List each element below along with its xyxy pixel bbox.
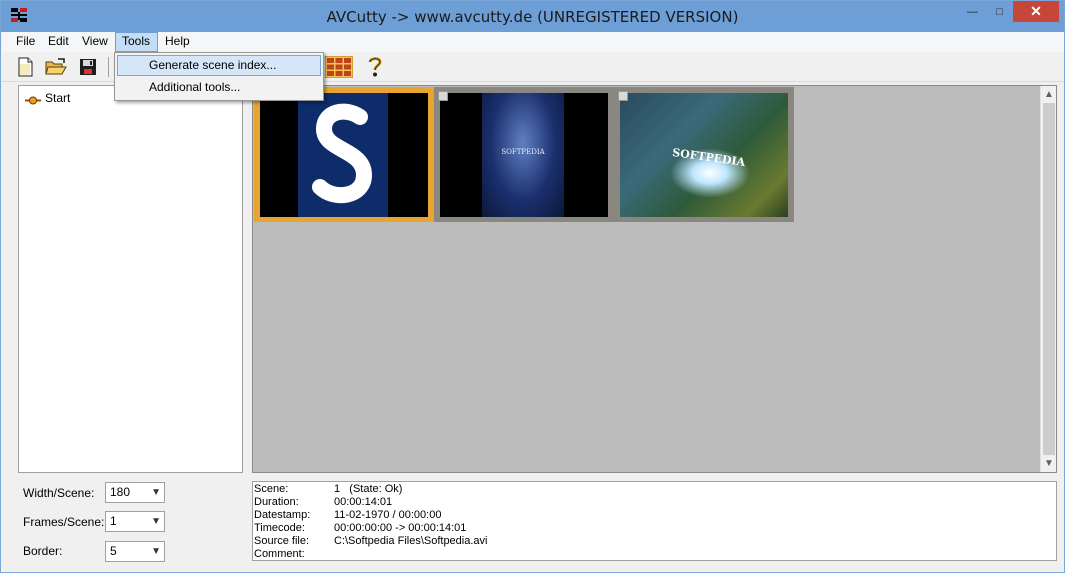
menu-help[interactable]: Help bbox=[159, 32, 196, 52]
scroll-down-arrow-icon[interactable]: ▼ bbox=[1041, 455, 1056, 472]
menu-file[interactable]: File bbox=[10, 32, 41, 52]
menu-view[interactable]: View bbox=[76, 32, 114, 52]
maximize-button[interactable]: □ bbox=[986, 1, 1013, 22]
scene-checkbox[interactable] bbox=[618, 91, 628, 101]
close-button[interactable]: ✕ bbox=[1013, 1, 1059, 22]
border-value: 5 bbox=[110, 544, 117, 558]
scene-thumbnail[interactable] bbox=[254, 87, 434, 222]
scene-thumbnail[interactable]: SOFTPEDIA bbox=[614, 87, 794, 222]
title-bar[interactable]: AVCutty -> www.avcutty.de (UNREGISTERED … bbox=[1, 1, 1064, 32]
scrollbar-thumb[interactable] bbox=[1043, 103, 1055, 455]
width-scene-select[interactable]: 180 ▼ bbox=[105, 482, 165, 503]
help-question-icon[interactable] bbox=[364, 56, 386, 78]
scene-grid-icon[interactable] bbox=[325, 56, 353, 78]
info-key: Source file: bbox=[254, 535, 310, 547]
scene-info-panel: Scene: 1 (State: Ok) Duration: 00:00:14:… bbox=[252, 481, 1057, 561]
info-key: Comment: bbox=[254, 548, 305, 560]
chevron-down-icon: ▼ bbox=[151, 516, 161, 527]
info-value: 1 (State: Ok) bbox=[334, 483, 403, 495]
menu-tools[interactable]: Tools bbox=[115, 32, 158, 52]
info-value: 00:00:14:01 bbox=[334, 496, 393, 508]
scroll-up-arrow-icon[interactable]: ▲ bbox=[1041, 86, 1056, 103]
menu-edit[interactable]: Edit bbox=[42, 32, 75, 52]
info-key: Scene: bbox=[254, 483, 289, 495]
chevron-down-icon: ▼ bbox=[151, 546, 161, 557]
minimize-button[interactable]: — bbox=[959, 1, 986, 22]
app-window: AVCutty -> www.avcutty.de (UNREGISTERED … bbox=[0, 0, 1065, 573]
scene-thumbnail-image bbox=[260, 93, 428, 217]
menu-bar: File Edit View Tools Help bbox=[2, 32, 1064, 52]
scene-tree[interactable]: Start bbox=[18, 85, 243, 473]
thumbnail-caption: SOFTPEDIA bbox=[501, 148, 545, 156]
tree-node-label: Start bbox=[45, 91, 71, 105]
frames-scene-label: Frames/Scene: bbox=[23, 515, 105, 529]
chevron-down-icon: ▼ bbox=[151, 487, 161, 498]
info-key: Timecode: bbox=[254, 522, 305, 534]
menu-item-generate-scene-index[interactable]: Generate scene index... bbox=[117, 55, 321, 76]
frames-scene-value: 1 bbox=[110, 514, 117, 528]
new-file-icon[interactable] bbox=[14, 56, 36, 78]
info-key: Duration: bbox=[254, 496, 299, 508]
menu-item-additional-tools[interactable]: Additional tools... bbox=[117, 77, 321, 98]
border-label: Border: bbox=[23, 544, 63, 558]
width-scene-label: Width/Scene: bbox=[23, 486, 95, 500]
window-title: AVCutty -> www.avcutty.de (UNREGISTERED … bbox=[326, 8, 739, 26]
info-key: Datestamp: bbox=[254, 509, 311, 521]
info-value: 00:00:00:00 -> 00:00:14:01 bbox=[334, 522, 467, 534]
border-select[interactable]: 5 ▼ bbox=[105, 541, 165, 562]
info-value: C:\Softpedia Files\Softpedia.avi bbox=[334, 535, 488, 547]
scene-thumbnails-panel: SOFTPEDIA SOFTPEDIA ▲ ▼ bbox=[252, 85, 1057, 473]
scene-thumbnail-image: SOFTPEDIA bbox=[620, 93, 788, 217]
info-value: 11-02-1970 / 00:00:00 bbox=[334, 509, 442, 521]
save-disk-icon[interactable] bbox=[77, 56, 99, 78]
tree-node-start[interactable]: Start bbox=[25, 91, 70, 105]
width-scene-value: 180 bbox=[110, 485, 131, 499]
thumbnails-scrollbar[interactable]: ▲ ▼ bbox=[1040, 86, 1056, 472]
scene-thumbnail[interactable]: SOFTPEDIA bbox=[434, 87, 614, 222]
scene-checkbox[interactable] bbox=[438, 91, 448, 101]
toolbar-separator bbox=[108, 57, 109, 77]
frames-scene-select[interactable]: 1 ▼ bbox=[105, 511, 165, 532]
scene-thumbnail-image: SOFTPEDIA bbox=[440, 93, 608, 217]
tools-dropdown-menu: Generate scene index... Additional tools… bbox=[114, 52, 324, 101]
open-folder-icon[interactable] bbox=[45, 56, 67, 78]
film-node-icon bbox=[25, 94, 41, 104]
